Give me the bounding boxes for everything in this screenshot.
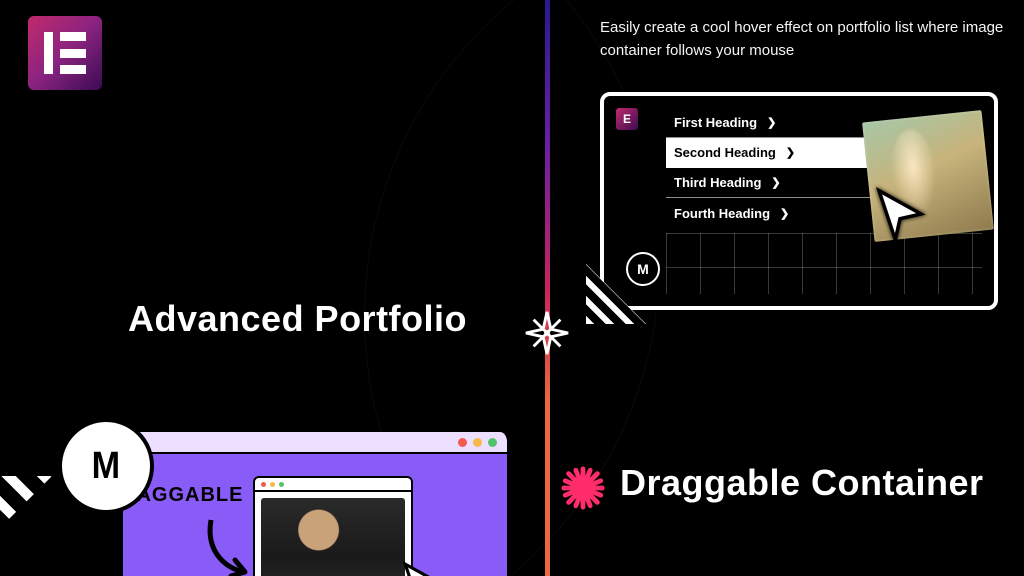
section-heading-advanced-portfolio: Advanced Portfolio: [128, 298, 467, 340]
window-max-dot: [488, 438, 497, 447]
chevron-right-icon: ❯: [771, 176, 780, 189]
browser-window: RAGGABLE: [120, 432, 510, 576]
feature-description: Easily create a cool hover effect on por…: [600, 16, 1010, 63]
portfolio-hover-preview: E First Heading ❯ Second Heading ❯ Third…: [600, 92, 998, 310]
draggable-card[interactable]: [253, 476, 413, 576]
section-heading-draggable-container: Draggable Container: [620, 462, 984, 504]
window-close-dot: [458, 438, 467, 447]
cursor-icon: [399, 560, 449, 576]
cursor-icon: [872, 186, 928, 242]
chevron-right-icon: ❯: [780, 207, 789, 220]
elementor-logo-small: E: [616, 108, 638, 130]
grid-background: [666, 233, 982, 294]
star-ornament-icon: [524, 310, 570, 356]
elementor-logo: [28, 16, 102, 90]
portfolio-item-label: Fourth Heading: [674, 206, 770, 221]
chevron-right-icon: ❯: [786, 146, 795, 159]
brand-monogram-circle: M: [58, 418, 154, 514]
portfolio-item-label: Third Heading: [674, 175, 761, 190]
card-image: [261, 498, 405, 576]
brand-monogram-badge: M: [626, 252, 660, 286]
curved-arrow-icon: [201, 514, 261, 576]
divider-gradient-line: [545, 0, 550, 576]
window-titlebar: [123, 432, 507, 454]
asterisk-icon: [560, 465, 606, 511]
chevron-right-icon: ❯: [767, 116, 776, 129]
window-min-dot: [473, 438, 482, 447]
portfolio-item-label: First Heading: [674, 115, 757, 130]
card-titlebar: [255, 478, 411, 492]
elementor-logo-glyph: [44, 32, 86, 74]
portfolio-item-label: Second Heading: [674, 145, 776, 160]
draggable-preview: RAGGABLE: [120, 432, 510, 576]
